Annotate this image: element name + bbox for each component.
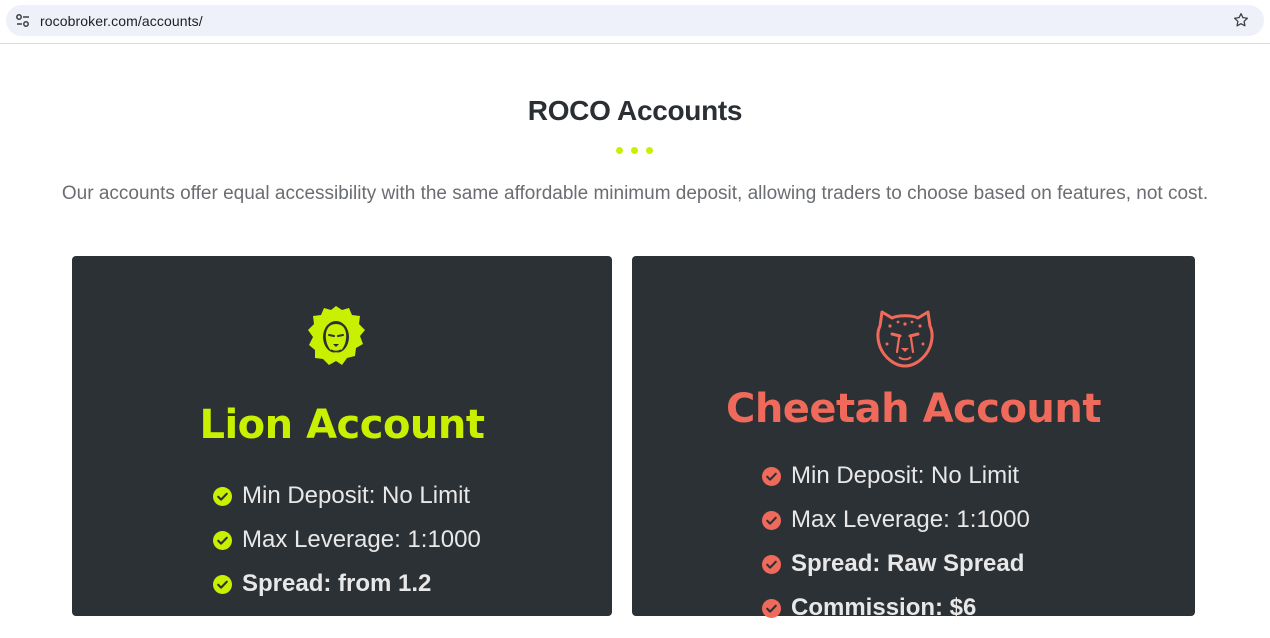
tune-icon[interactable] <box>14 12 32 30</box>
account-card-lion: Lion Account Min Deposit: No Limit Max L… <box>72 256 612 616</box>
url-text[interactable]: rocobroker.com/accounts/ <box>40 13 203 29</box>
title-divider-dots <box>616 147 656 155</box>
feature-text: Spread: from 1.2 <box>242 570 432 597</box>
star-icon[interactable] <box>1232 11 1250 29</box>
lion-head-icon <box>308 306 365 365</box>
check-circle-icon <box>213 575 232 594</box>
cheetah-head-icon <box>876 310 934 368</box>
account-name: Cheetah Account <box>725 386 1102 432</box>
check-circle-icon <box>213 531 232 550</box>
check-circle-icon <box>762 599 781 618</box>
feature-text: Max Leverage: 1:1000 <box>791 506 1030 533</box>
check-circle-icon <box>762 511 781 530</box>
check-circle-icon <box>762 467 781 486</box>
feature-text: Commission: $6 <box>791 594 977 621</box>
page-subtitle: Our accounts offer equal accessibility w… <box>61 183 1209 204</box>
feature-text: Max Leverage: 1:1000 <box>242 526 481 553</box>
check-circle-icon <box>762 555 781 574</box>
page-title: ROCO Accounts <box>527 95 743 126</box>
account-name: Lion Account <box>199 402 485 448</box>
feature-text: Min Deposit: No Limit <box>242 482 471 509</box>
feature-text: Min Deposit: No Limit <box>791 462 1020 489</box>
check-circle-icon <box>213 487 232 506</box>
feature-text: Spread: Raw Spread <box>791 550 1025 577</box>
browser-toolbar: rocobroker.com/accounts/ <box>0 0 1270 44</box>
account-card-cheetah: Cheetah Account Min Deposit: No Limit Ma… <box>632 256 1195 621</box>
address-bar[interactable]: rocobroker.com/accounts/ <box>6 5 1264 36</box>
